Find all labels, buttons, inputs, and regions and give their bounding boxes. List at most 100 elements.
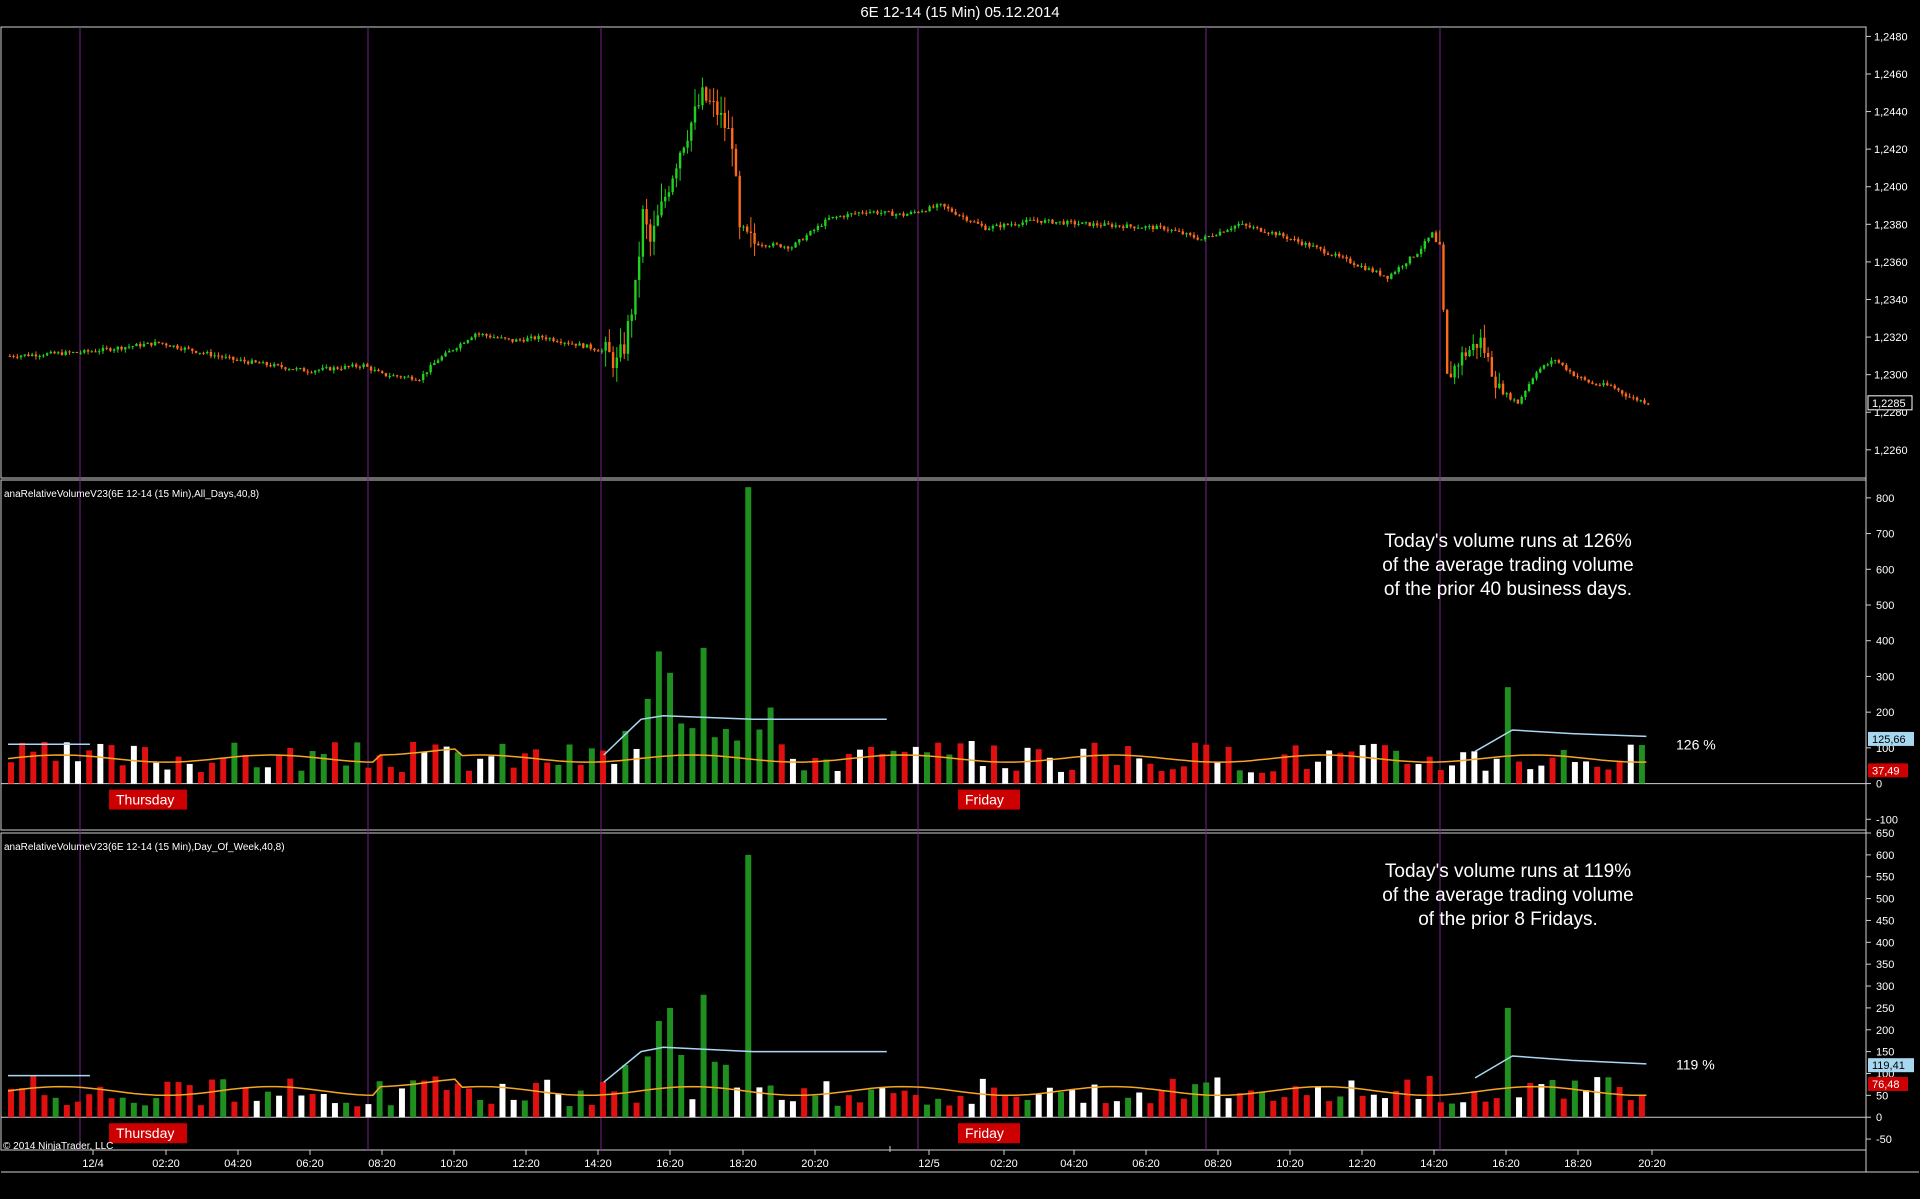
candle-body	[1445, 309, 1449, 374]
volume-bar	[1527, 769, 1534, 784]
price-candles	[8, 77, 1650, 406]
candle-body	[273, 364, 276, 367]
candle-body	[1594, 383, 1598, 385]
candle-body	[105, 347, 108, 349]
candle-body	[1572, 371, 1575, 377]
candle-body	[1159, 225, 1162, 227]
candle-body	[1416, 253, 1419, 257]
price-tick-label: 1,2440	[1874, 107, 1908, 119]
volume-bar	[834, 1105, 841, 1118]
chart-canvas[interactable]: anaRelativeVolumeV23(6E 12-14 (15 Min),A…	[0, 0, 1920, 1199]
volume-bar	[1493, 758, 1500, 784]
candle-body	[835, 216, 838, 218]
candle-body	[209, 352, 213, 357]
candle-body	[269, 365, 272, 367]
volume-bar	[432, 1076, 439, 1118]
volume-bar	[1225, 1098, 1232, 1118]
volume-bar	[868, 1089, 875, 1118]
candle-body	[1524, 391, 1527, 397]
candle-body	[31, 354, 34, 357]
candle-body	[734, 148, 738, 176]
volume-bar	[398, 772, 405, 784]
candle-body	[75, 352, 79, 354]
volume-bar	[700, 994, 707, 1118]
day-label: Thursday	[116, 792, 174, 808]
candle-body	[1289, 238, 1292, 240]
candle-body	[738, 175, 741, 228]
volume-bar	[186, 1085, 193, 1118]
candle-body	[1405, 263, 1408, 267]
candle-body	[306, 371, 309, 373]
candle-body	[1624, 393, 1628, 397]
candle-body	[127, 346, 131, 348]
volume-bar	[52, 760, 59, 784]
vol-tick-label: 400	[1876, 636, 1894, 648]
candle-body	[1364, 265, 1367, 270]
candle-body	[503, 337, 507, 339]
volume-bar	[1393, 1090, 1400, 1118]
volume-bar	[175, 756, 182, 784]
volume-bar	[533, 749, 539, 784]
volume-bar	[354, 1106, 361, 1118]
candle-body	[1144, 226, 1147, 228]
candle-body	[1259, 227, 1263, 232]
volume-bar	[8, 762, 14, 784]
x-tick-label: 16:20	[656, 1158, 684, 1170]
volume-bar	[1136, 1092, 1143, 1118]
candle-body	[280, 365, 283, 368]
candle-body	[775, 243, 779, 245]
candle-body	[604, 341, 607, 351]
panel-frame-0	[0, 26, 1867, 479]
candle-body	[343, 365, 347, 369]
volume-bar	[812, 1095, 819, 1118]
vol-tick-label: 650	[1876, 828, 1894, 840]
volume-bar	[1404, 1079, 1411, 1118]
candle-body	[712, 100, 715, 102]
candle-body	[511, 339, 514, 342]
volume-bar	[544, 762, 551, 784]
volume-panel-day-of-week: anaRelativeVolumeV23(6E 12-14 (15 Min),D…	[1, 828, 1914, 1146]
candle-body	[168, 345, 172, 347]
candle-body	[1412, 256, 1415, 258]
candle-body	[1349, 258, 1352, 264]
price-tick-label: 1,2420	[1874, 144, 1908, 156]
candle-body	[861, 212, 864, 214]
volume-bar	[834, 770, 841, 784]
volume-bar	[644, 1056, 651, 1118]
candle-body	[1408, 256, 1412, 264]
candle-body	[630, 314, 633, 321]
candle-body	[1151, 226, 1155, 230]
candle-body	[496, 337, 499, 339]
volume-bar	[1449, 1103, 1455, 1118]
candle-body	[1553, 360, 1557, 362]
candle-body	[489, 335, 492, 338]
indicator-title: anaRelativeVolumeV23(6E 12-14 (15 Min),A…	[4, 489, 259, 500]
candle-body	[217, 355, 220, 357]
candle-body	[1040, 220, 1043, 223]
candle-body	[1512, 399, 1516, 401]
candle-body	[1397, 267, 1400, 272]
volume-bar	[1326, 1101, 1333, 1118]
candle-body	[45, 353, 49, 356]
volume-bar	[901, 1090, 908, 1118]
candle-body	[1166, 229, 1170, 231]
x-tick-label: 04:20	[1060, 1158, 1088, 1170]
candle-body	[1222, 231, 1225, 233]
volume-bar	[1080, 1102, 1087, 1118]
candle-body	[358, 366, 362, 368]
candle-body	[1308, 242, 1311, 247]
price-tick-label: 1,2260	[1874, 445, 1908, 457]
candle-body	[641, 209, 645, 257]
volume-bar	[611, 763, 618, 784]
candle-body	[779, 244, 782, 248]
candle-body	[727, 127, 730, 129]
volume-bar	[845, 1095, 852, 1118]
x-tick-label: 06:20	[296, 1158, 324, 1170]
candle-body	[23, 354, 26, 356]
candle-body	[600, 350, 604, 352]
x-tick-label: 12:20	[1348, 1158, 1376, 1170]
vol-tick-label: 300	[1876, 671, 1894, 683]
candle-body	[984, 225, 987, 231]
volume-bar	[1314, 761, 1321, 784]
candle-body	[299, 368, 302, 370]
